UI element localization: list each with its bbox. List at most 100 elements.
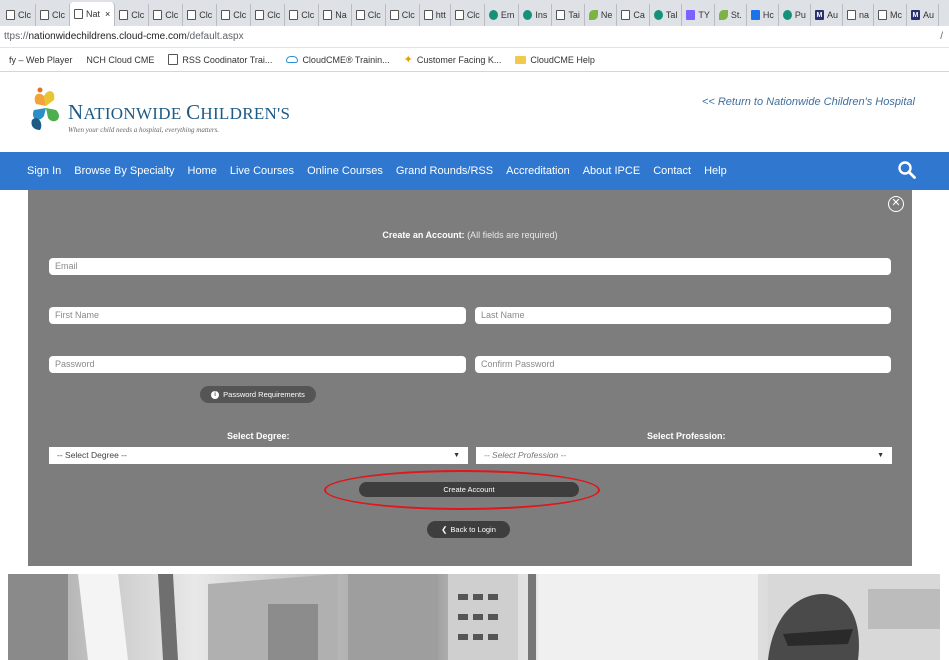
browser-tab[interactable]: Pu bbox=[779, 4, 811, 26]
browser-tab[interactable]: Na bbox=[319, 4, 352, 26]
browser-tab[interactable]: Clc bbox=[149, 4, 184, 26]
browser-tab-label: Nat bbox=[86, 9, 101, 19]
bookmark-item[interactable]: CloudCME Help bbox=[508, 55, 602, 65]
profession-label: Select Profession: bbox=[647, 431, 726, 441]
browser-tab-label: Au bbox=[826, 10, 838, 20]
teal-icon bbox=[782, 10, 792, 20]
browser-tab[interactable]: Em bbox=[485, 4, 520, 26]
browser-tab[interactable]: Ne bbox=[585, 4, 618, 26]
browser-tab-label: Tal bbox=[665, 10, 678, 20]
browser-tab-label: Clc bbox=[466, 10, 480, 20]
page-icon bbox=[556, 10, 566, 20]
browser-tab[interactable]: Clc bbox=[285, 4, 320, 26]
browser-tab-active[interactable]: Nat × bbox=[70, 2, 116, 26]
close-icon[interactable]: ✕ bbox=[888, 196, 904, 212]
last-name-field[interactable]: Last Name bbox=[475, 307, 891, 324]
nav-online-courses[interactable]: Online Courses bbox=[307, 165, 383, 177]
nav-live-courses[interactable]: Live Courses bbox=[230, 165, 294, 177]
confirm-password-field[interactable]: Confirm Password bbox=[475, 356, 891, 373]
browser-tab[interactable]: Clc bbox=[352, 4, 386, 26]
search-icon[interactable] bbox=[897, 160, 917, 180]
address-bar[interactable]: ttps://nationwidechildrens.cloud-cme.com… bbox=[0, 26, 949, 48]
browser-tab[interactable]: Clc bbox=[36, 4, 70, 26]
browser-tab-label: Na bbox=[335, 10, 347, 20]
bookmark-item[interactable]: fy – Web Player bbox=[2, 55, 79, 65]
browser-tab[interactable]: Clc bbox=[251, 4, 286, 26]
page-icon bbox=[621, 10, 631, 20]
browser-tab-label: Ins bbox=[535, 10, 548, 20]
browser-tab[interactable]: Clc bbox=[386, 4, 420, 26]
page-icon bbox=[6, 10, 15, 20]
browser-tab[interactable]: Ca bbox=[617, 4, 650, 26]
bookmark-item[interactable]: CloudCME® Trainin... bbox=[279, 55, 396, 65]
browser-tab-label: Clc bbox=[52, 10, 65, 20]
browser-tab[interactable]: Clc bbox=[217, 4, 252, 26]
browser-tab[interactable]: Tai bbox=[552, 4, 585, 26]
browser-tab[interactable]: Clc bbox=[2, 4, 36, 26]
page-icon bbox=[187, 10, 197, 20]
nav-accreditation[interactable]: Accreditation bbox=[506, 165, 570, 177]
browser-tab-label: Ne bbox=[600, 10, 613, 20]
page-icon bbox=[389, 10, 399, 20]
browser-tab[interactable]: TY bbox=[682, 4, 715, 26]
browser-tab-label: Hc bbox=[762, 10, 774, 20]
browser-tab[interactable]: Ins bbox=[519, 4, 553, 26]
browser-tab-label: St. bbox=[730, 10, 742, 20]
nav-about-ipce[interactable]: About IPCE bbox=[583, 165, 640, 177]
page-icon bbox=[40, 10, 49, 20]
browser-tab[interactable]: htt bbox=[420, 4, 451, 26]
bookmark-label: Customer Facing K... bbox=[416, 54, 502, 65]
browser-tab-label: Pu bbox=[794, 10, 806, 20]
browser-tab[interactable]: Hc bbox=[747, 4, 779, 26]
bookmark-item[interactable]: RSS Coodinator Trai... bbox=[161, 54, 279, 65]
red-highlight-annotation bbox=[324, 470, 600, 510]
bookmark-item[interactable]: ✦ Customer Facing K... bbox=[397, 54, 509, 65]
browser-tab[interactable]: Clc bbox=[451, 4, 485, 26]
nationwide-childrens-logo[interactable]: NATIONWIDE CHILDREN'S When your child ne… bbox=[30, 84, 290, 134]
logo-wordmark: NATIONWIDE CHILDREN'S bbox=[68, 100, 291, 124]
m-icon: M bbox=[910, 10, 920, 20]
bookmark-label: CloudCME® Trainin... bbox=[302, 54, 390, 65]
page-icon bbox=[454, 10, 464, 20]
nav-home[interactable]: Home bbox=[188, 165, 217, 177]
bookmark-label: NCH Cloud CME bbox=[86, 54, 155, 65]
browser-tab[interactable]: Mc bbox=[874, 4, 907, 26]
degree-select[interactable]: -- Select Degree -- ▼ bbox=[49, 447, 468, 464]
password-requirements-button[interactable]: i Password Requirements bbox=[200, 386, 316, 403]
browser-tab[interactable]: M Au bbox=[811, 4, 843, 26]
site-header: NATIONWIDE CHILDREN'S When your child ne… bbox=[0, 72, 949, 152]
nav-help[interactable]: Help bbox=[704, 165, 727, 177]
email-field[interactable]: Email bbox=[49, 258, 891, 275]
browser-tab-label: Em bbox=[500, 10, 515, 20]
leaf-icon bbox=[588, 10, 598, 20]
profession-select[interactable]: -- Select Profession -- ▼ bbox=[476, 447, 892, 464]
nav-sign-in[interactable]: Sign In bbox=[27, 165, 61, 177]
browser-tab[interactable]: Clc bbox=[183, 4, 218, 26]
browser-tab-label: Mc bbox=[889, 10, 902, 20]
page-icon bbox=[153, 10, 163, 20]
nav-contact[interactable]: Contact bbox=[653, 165, 691, 177]
browser-tab[interactable]: na bbox=[843, 4, 874, 26]
browser-tab[interactable]: Clc bbox=[115, 4, 150, 26]
close-tab-icon[interactable]: × bbox=[105, 9, 110, 19]
bookmark-label: RSS Coodinator Trai... bbox=[182, 54, 273, 65]
return-to-hospital-link[interactable]: << Return to Nationwide Children's Hospi… bbox=[702, 96, 915, 108]
profession-select-value: -- Select Profession -- bbox=[484, 450, 567, 460]
bookmark-label: CloudCME Help bbox=[530, 54, 595, 65]
purple-icon bbox=[686, 10, 696, 20]
password-field[interactable]: Password bbox=[49, 356, 466, 373]
browser-tab[interactable]: Tal bbox=[650, 4, 683, 26]
browser-tab-label: Clc bbox=[301, 10, 315, 20]
browser-tab[interactable]: M Au bbox=[907, 4, 939, 26]
nav-grand-rounds-rss[interactable]: Grand Rounds/RSS bbox=[396, 165, 493, 177]
m-icon: M bbox=[814, 10, 824, 20]
leaf-icon bbox=[718, 10, 728, 20]
page-icon bbox=[119, 10, 129, 20]
back-to-login-label: Back to Login bbox=[450, 525, 496, 534]
back-to-login-button[interactable]: ❮ Back to Login bbox=[427, 521, 510, 538]
first-name-field[interactable]: First Name bbox=[49, 307, 466, 324]
bookmark-item[interactable]: NCH Cloud CME bbox=[79, 55, 161, 65]
page-icon bbox=[221, 10, 231, 20]
nav-browse-by-specialty[interactable]: Browse By Specialty bbox=[74, 165, 174, 177]
browser-tab[interactable]: St. bbox=[715, 4, 747, 26]
